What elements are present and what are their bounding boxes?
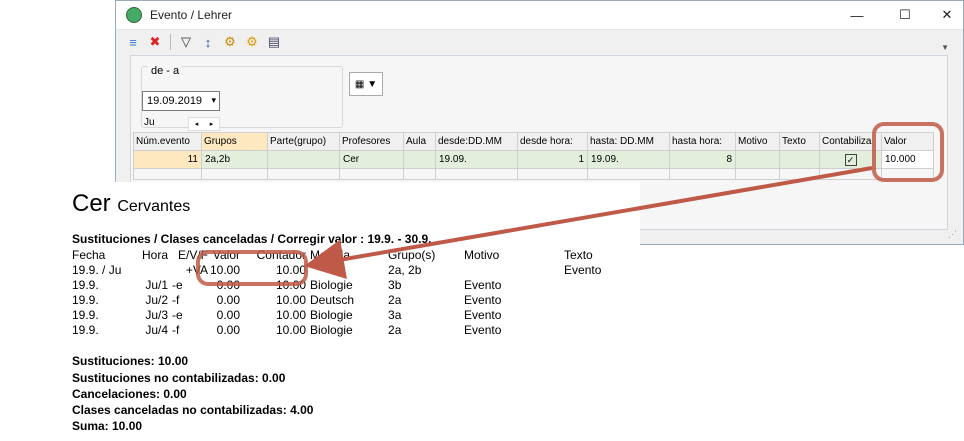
arrow-line [304,166,873,279]
annotation-arrow [304,166,873,279]
